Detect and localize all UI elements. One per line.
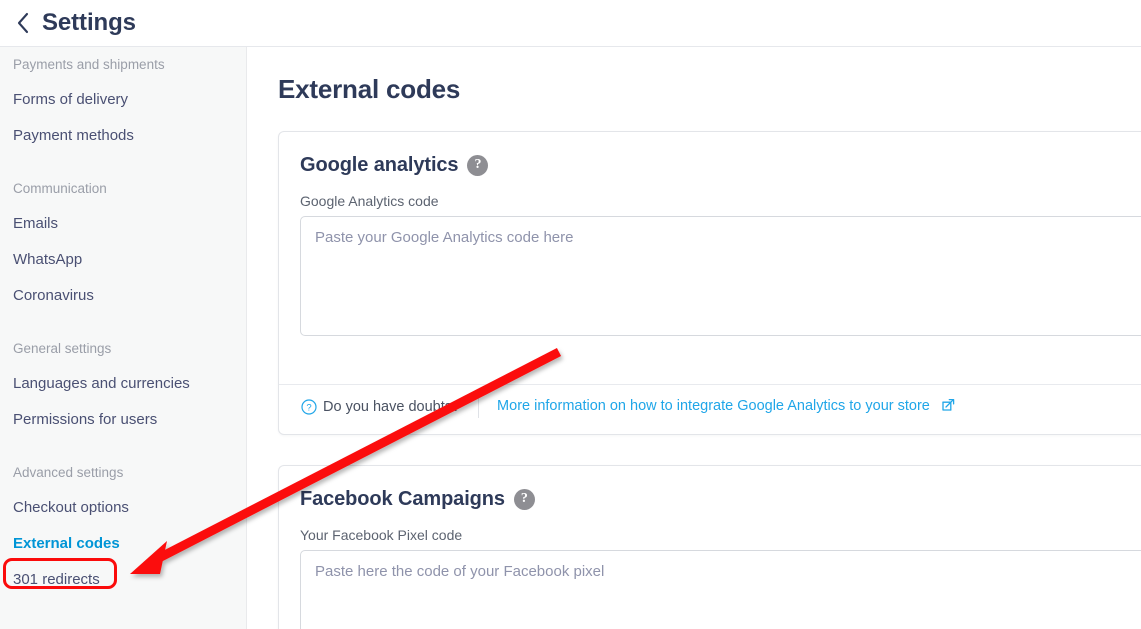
facebook-campaigns-card-body: Facebook Campaigns ? Your Facebook Pixel… (279, 466, 1141, 629)
sidebar-group-general-settings: General settings Languages and currencie… (0, 331, 246, 437)
sidebar-item-label: Emails (13, 214, 59, 232)
question-mark-circle-icon[interactable]: ? (513, 489, 535, 510)
external-link-icon (937, 398, 955, 416)
sidebar-item-label: Coronavirus (13, 286, 94, 304)
google-analytics-title: Google analytics (300, 154, 459, 176)
google-analytics-heading-row: Google analytics ? (300, 154, 1141, 177)
top-bar: Settings (0, 0, 1141, 47)
sidebar-item-label: WhatsApp (13, 250, 83, 268)
facebook-pixel-code-label: Your Facebook Pixel code (300, 527, 463, 543)
page-title: External codes (278, 74, 461, 104)
sidebar-item-whatsapp[interactable]: WhatsApp (0, 241, 246, 277)
sidebar-item-permissions-for-users[interactable]: Permissions for users (0, 401, 246, 437)
sidebar-item-checkout-options[interactable]: Checkout options (0, 489, 246, 525)
back-button[interactable] (12, 11, 34, 35)
sidebar-item-payment-methods[interactable]: Payment methods (0, 117, 246, 153)
sidebar-item-external-codes[interactable]: External codes (0, 525, 246, 561)
help-prompt-text: Do you have doubts? (323, 399, 461, 415)
chevron-left-icon (16, 12, 30, 34)
google-analytics-card-body: Google analytics ? Google Analytics code (279, 132, 1141, 336)
settings-sidebar[interactable]: Payments and shipments Forms of delivery… (0, 47, 247, 629)
google-analytics-code-label: Google Analytics code (300, 193, 439, 209)
google-analytics-code-input[interactable] (300, 216, 1141, 336)
sidebar-section-payments-and-shipments: Payments and shipments (13, 56, 165, 72)
google-analytics-info-link-label: More information on how to integrate Goo… (497, 398, 930, 414)
svg-text:?: ? (306, 403, 311, 414)
sidebar-section-general-settings: General settings (13, 340, 112, 356)
sidebar-item-coronavirus[interactable]: Coronavirus (0, 277, 246, 313)
settings-page: Settings Payments and shipments Forms of… (0, 0, 1141, 629)
sidebar-item-emails[interactable]: Emails (0, 205, 246, 241)
sidebar-section-communication: Communication (13, 180, 107, 196)
help-row-divider (478, 396, 480, 418)
sidebar-item-label: External codes (13, 534, 120, 552)
sidebar-group-payments: Payments and shipments Forms of delivery… (0, 47, 246, 153)
facebook-campaigns-title: Facebook Campaigns (300, 488, 505, 510)
facebook-campaigns-heading-row: Facebook Campaigns ? (300, 488, 1141, 511)
google-analytics-card: Google analytics ? Google Analytics code… (278, 131, 1141, 435)
sidebar-item-languages-and-currencies[interactable]: Languages and currencies (0, 365, 246, 401)
facebook-campaigns-card: Facebook Campaigns ? Your Facebook Pixel… (278, 465, 1141, 629)
sidebar-item-label: 301 redirects (13, 570, 100, 588)
google-analytics-help-row: ? Do you have doubts? More information o… (279, 385, 1141, 429)
page-header-title: Settings (42, 9, 136, 36)
sidebar-group-advanced-settings: Advanced settings Checkout options Exter… (0, 455, 246, 597)
question-mark-circle-icon[interactable]: ? (467, 155, 489, 176)
sidebar-item-label: Checkout options (13, 498, 129, 516)
sidebar-item-forms-of-delivery[interactable]: Forms of delivery (0, 81, 246, 117)
sidebar-item-label: Forms of delivery (13, 90, 129, 108)
google-analytics-info-link[interactable]: More information on how to integrate Goo… (497, 398, 955, 416)
sidebar-item-301-redirects[interactable]: 301 redirects (0, 561, 246, 597)
sidebar-group-communication: Communication Emails WhatsApp Coronaviru… (0, 171, 246, 313)
sidebar-section-advanced-settings: Advanced settings (13, 464, 124, 480)
sidebar-item-label: Permissions for users (13, 410, 158, 428)
sidebar-item-label: Languages and currencies (13, 374, 190, 392)
main-content: External codes Google analytics ? Google… (248, 47, 1141, 629)
question-mark-circle-outline-icon: ? (301, 399, 317, 415)
facebook-pixel-code-input[interactable] (300, 550, 1141, 629)
sidebar-item-label: Payment methods (13, 126, 134, 144)
